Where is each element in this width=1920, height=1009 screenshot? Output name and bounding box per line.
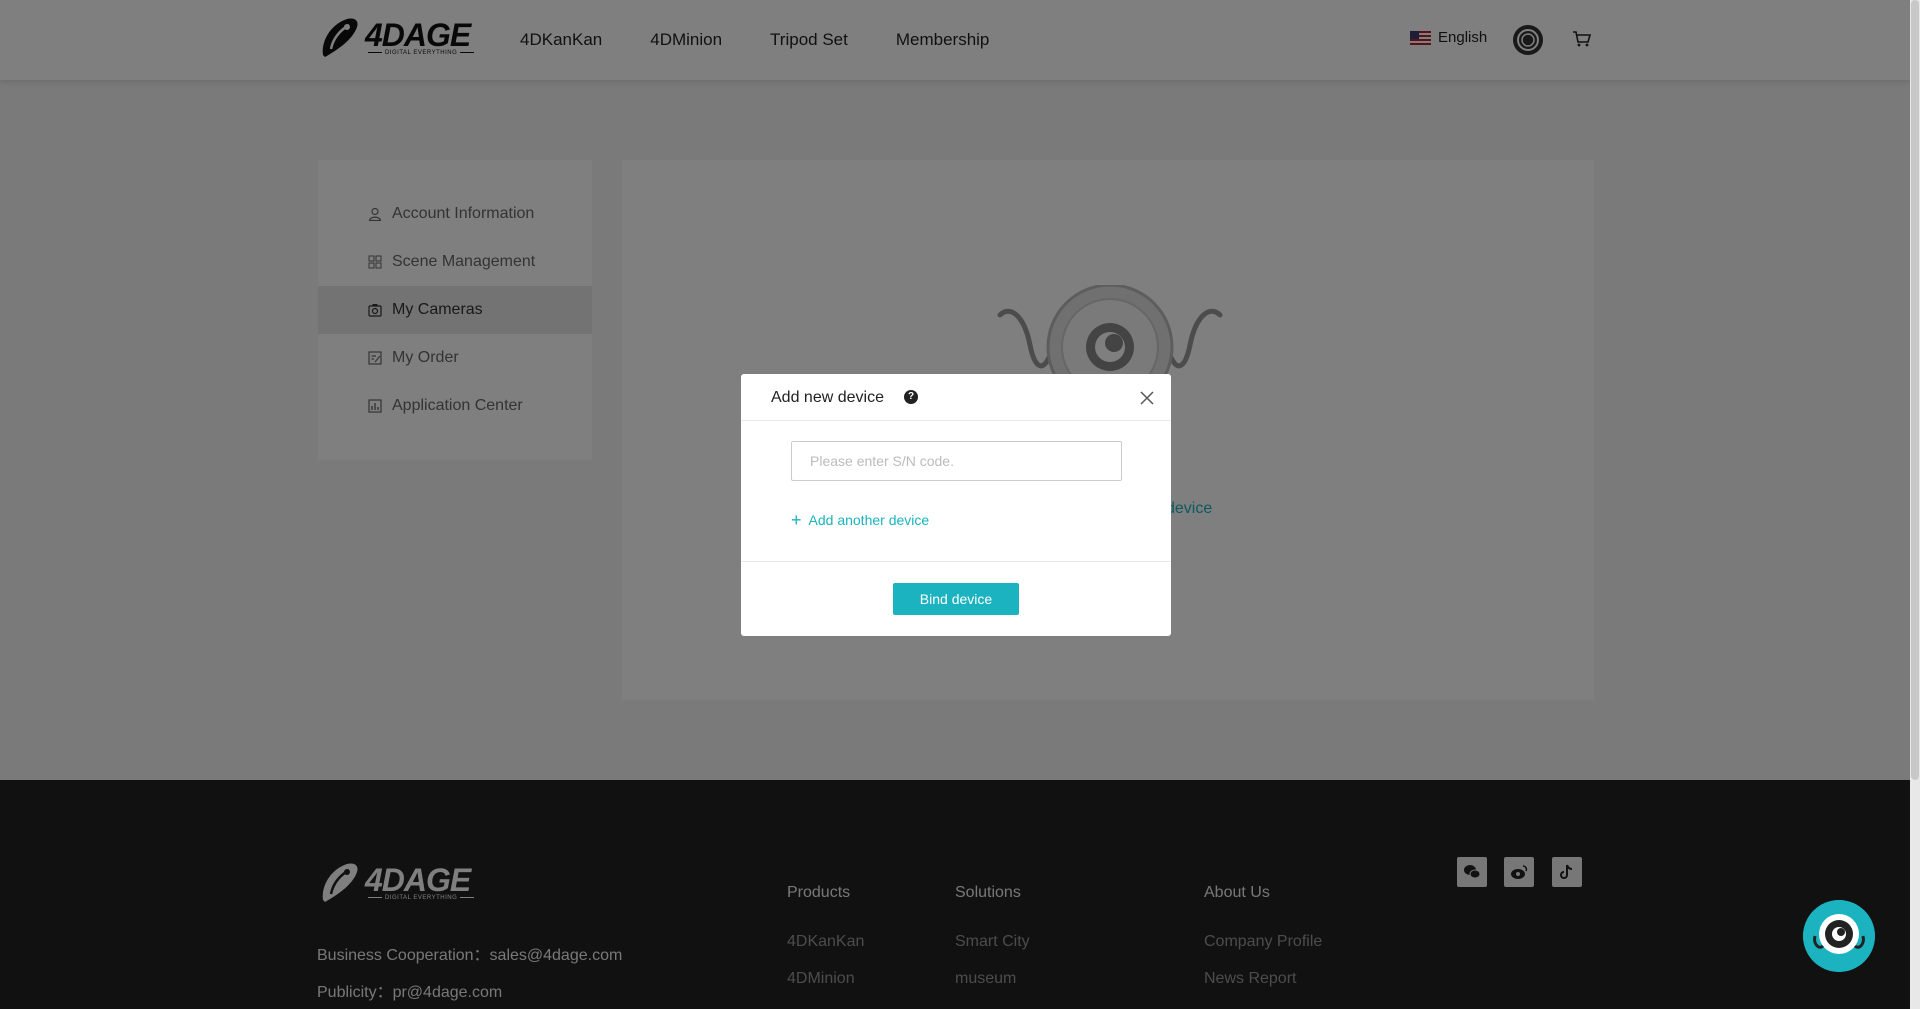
add-another-label: Add another device	[808, 512, 930, 528]
modal-title: Add new device	[771, 389, 884, 406]
page-scrollbar-thumb[interactable]	[1911, 0, 1919, 780]
close-icon[interactable]	[1139, 390, 1155, 406]
add-another-device-button[interactable]: + Add another device	[791, 510, 930, 530]
modal-header: Add new device ?	[741, 374, 1171, 421]
bind-device-button[interactable]: Bind device	[893, 583, 1019, 615]
add-device-modal: Add new device ? + Add another device Bi…	[741, 374, 1171, 636]
sn-code-input[interactable]	[791, 441, 1122, 481]
plus-icon: +	[791, 510, 802, 530]
modal-divider	[741, 561, 1171, 562]
chat-support-icon[interactable]	[1803, 900, 1875, 972]
help-icon[interactable]: ?	[904, 390, 918, 404]
